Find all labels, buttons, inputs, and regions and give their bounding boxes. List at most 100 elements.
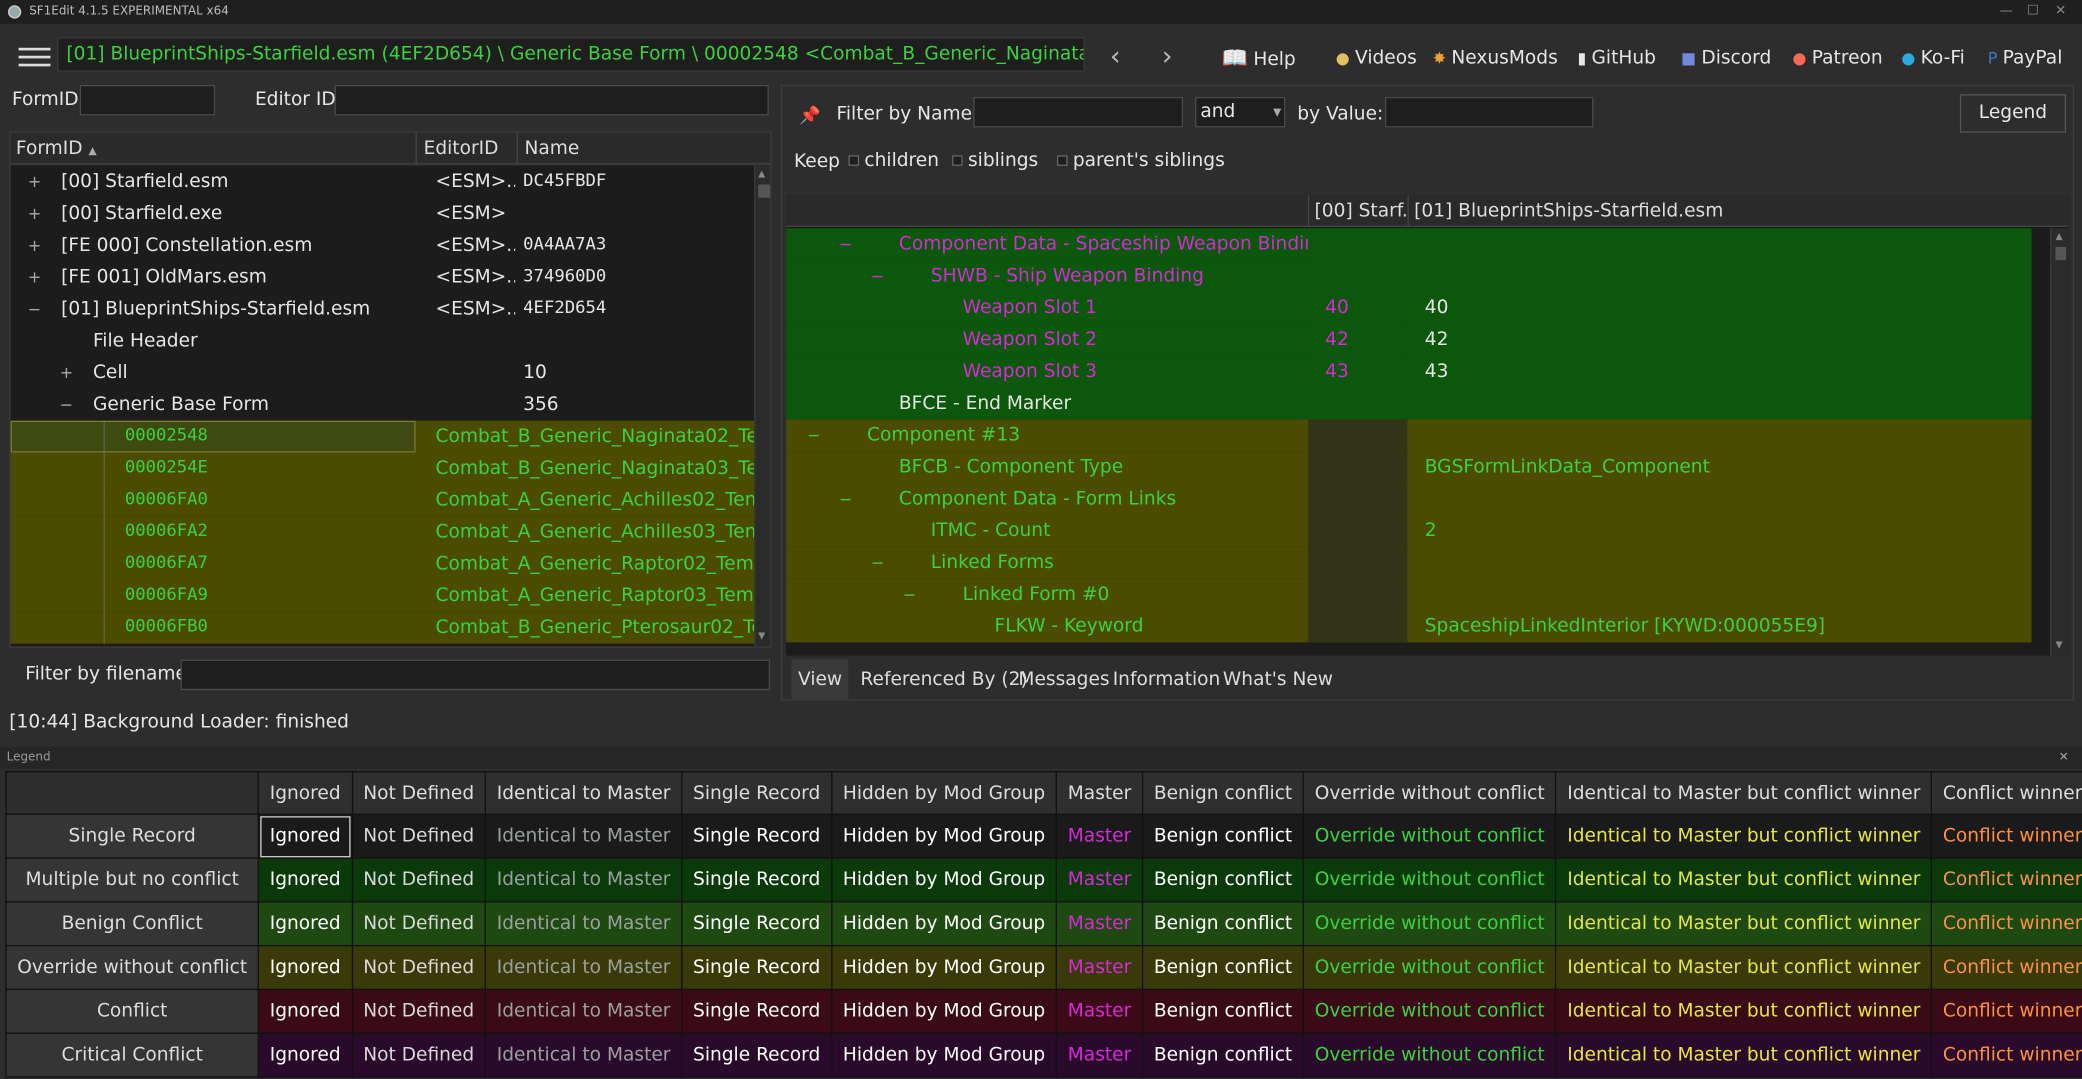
help-link[interactable]: 📖 Help: [1222, 44, 1296, 73]
record-field-row[interactable]: Weapon Slot 2 42 42: [786, 323, 2032, 356]
tree-row-editorid: [436, 325, 516, 357]
record-field-row[interactable]: BFCB - Component Type BGSFormLinkData_Co…: [786, 451, 2032, 484]
record-row[interactable]: 00006FB0 Combat_B_Generic_Pterosaur02_Te…: [10, 611, 754, 644]
expand-toggle-icon[interactable]: +: [28, 198, 41, 230]
record-field-row[interactable]: − Linked Forms: [786, 546, 2032, 579]
discord-link[interactable]: ■ Discord: [1681, 44, 1771, 73]
tree-row-formid: Generic Base Form: [92, 394, 269, 416]
tab-view[interactable]: View: [791, 659, 849, 700]
expand-toggle-icon[interactable]: −: [839, 228, 852, 260]
expand-toggle-icon[interactable]: −: [871, 547, 884, 579]
name-column-header[interactable]: Name: [516, 132, 579, 165]
minimize-button[interactable]: —: [1996, 3, 2017, 20]
patreon-link[interactable]: ● Patreon: [1793, 44, 1883, 73]
record-field-row[interactable]: ITMC - Count 2: [786, 514, 2032, 547]
nexus-icon: ✸: [1432, 49, 1447, 68]
scroll-up-icon[interactable]: ▲: [758, 169, 769, 180]
record-field-row[interactable]: − Component Data - Form Links: [786, 483, 2032, 515]
back-arrow-icon[interactable]: ‹: [1102, 40, 1129, 72]
expand-toggle-icon[interactable]: −: [60, 389, 73, 421]
by-value-input[interactable]: [1384, 96, 1594, 128]
expand-toggle-icon[interactable]: −: [903, 579, 916, 611]
videos-link[interactable]: ● Videos: [1336, 44, 1417, 73]
expand-toggle-icon[interactable]: +: [28, 166, 41, 198]
tab-referenced-by[interactable]: Referenced By (2): [854, 660, 1035, 700]
tree-row[interactable]: File Header: [10, 325, 755, 358]
record-row[interactable]: 00006FA0 Combat_A_Generic_Achilles02_Tem…: [10, 484, 754, 517]
status-message: [10:44] Background Loader: finished: [9, 711, 349, 733]
tree-row[interactable]: + [FE 001] OldMars.esm <ESM>... 374960D0: [10, 261, 755, 294]
tree-scrollbar[interactable]: ▲ ▼: [754, 165, 771, 647]
github-link[interactable]: ▮ GitHub: [1577, 44, 1656, 73]
record-field-row[interactable]: − Component Data - Spaceship Weapon Bind…: [786, 228, 2032, 261]
legend-button[interactable]: Legend: [1959, 94, 2067, 133]
record-field-row[interactable]: BFCE - End Marker: [786, 387, 2032, 420]
record-row[interactable]: 00006FA7 Combat_A_Generic_Raptor02_Temp.…: [10, 548, 754, 580]
filter-name-input[interactable]: [973, 96, 1184, 128]
expand-toggle-icon[interactable]: +: [28, 230, 41, 262]
grid-scroll-down-icon[interactable]: ▼: [2055, 640, 2062, 651]
tree-row[interactable]: − Generic Base Form 356: [10, 388, 755, 421]
tree-row[interactable]: + [FE 000] Constellation.esm <ESM>... 0A…: [10, 229, 755, 262]
kofi-link[interactable]: ● Ko-Fi: [1901, 44, 1964, 73]
keep-siblings-checkbox[interactable]: [952, 155, 963, 166]
legend-cell: Identical to Master but conflict winner: [1555, 944, 1933, 991]
record-row[interactable]: 0000254E Combat_B_Generic_Naginata03_Te.…: [10, 452, 754, 485]
formid-input[interactable]: [79, 84, 216, 116]
forward-arrow-icon[interactable]: ›: [1154, 40, 1181, 72]
record-field-row[interactable]: − Linked Form #0: [786, 578, 2032, 611]
keep-children-checkbox[interactable]: [848, 155, 860, 166]
expand-toggle-icon[interactable]: −: [871, 260, 884, 292]
tree-row[interactable]: + [00] Starfield.exe <ESM>: [10, 197, 755, 230]
expand-toggle-icon[interactable]: −: [807, 419, 820, 451]
field-plugin-value: 2: [1407, 514, 2032, 547]
field-master-value: [1307, 387, 1408, 420]
tree-row[interactable]: + Cell 10: [10, 357, 755, 389]
editorid-input[interactable]: [334, 84, 769, 116]
book-icon: 📖: [1221, 45, 1249, 71]
grid-scroll-thumb[interactable]: [2055, 246, 2067, 261]
grid-scroll-up-icon[interactable]: ▲: [2055, 231, 2062, 242]
formid-column-header[interactable]: FormID ▲: [16, 133, 97, 168]
paypal-link[interactable]: P PayPal: [1988, 44, 2063, 73]
grid-scrollbar[interactable]: ▲ ▼: [2050, 228, 2069, 656]
tab-information[interactable]: Information: [1106, 660, 1227, 700]
tree-row[interactable]: − [01] BlueprintShips-Starfield.esm <ESM…: [10, 293, 755, 326]
legend-cell: Benign conflict: [1141, 1032, 1305, 1078]
filter-filename-input[interactable]: [180, 659, 771, 691]
tab-messages[interactable]: Messages: [1012, 660, 1116, 700]
tree-body: + [00] Starfield.esm <ESM>... DC45FBDF +…: [10, 165, 755, 647]
expand-toggle-icon[interactable]: −: [839, 483, 852, 515]
record-field-row[interactable]: − Component #13: [786, 419, 2032, 452]
record-row[interactable]: 00006FA9 Combat_A_Generic_Raptor03_Temp.…: [10, 579, 754, 612]
scroll-thumb[interactable]: [758, 184, 771, 198]
plugin-column-header[interactable]: [01] BlueprintShips-Starfield.esm: [1407, 195, 2031, 227]
record-name: Combat_A_Generic_Achilles03_Tem...: [435, 521, 755, 543]
pin-icon[interactable]: 📌: [799, 106, 820, 126]
record-row[interactable]: 00002548 Combat_B_Generic_Naginata02_Te.…: [10, 420, 754, 453]
menu-icon[interactable]: [18, 47, 51, 69]
legend-cell: Single Record: [681, 1032, 833, 1078]
maximize-button[interactable]: ☐: [2022, 3, 2043, 20]
record-field-row[interactable]: Weapon Slot 3 43 43: [786, 355, 2032, 388]
expand-toggle-icon[interactable]: +: [60, 357, 73, 389]
nexusmods-link[interactable]: ✸ NexusMods: [1433, 44, 1558, 73]
record-field-row[interactable]: − SHWB - Ship Weapon Binding: [786, 260, 2032, 292]
expand-toggle-icon[interactable]: +: [28, 261, 41, 293]
master-column-header[interactable]: [00] Starf...: [1307, 195, 1407, 227]
legend-cell: Single Record: [681, 988, 833, 1034]
tab-whats-new[interactable]: What's New: [1216, 660, 1339, 700]
record-field-row[interactable]: Weapon Slot 1 40 40: [786, 291, 2032, 324]
close-icon[interactable]: ✕: [2059, 747, 2069, 768]
expand-toggle-icon[interactable]: −: [28, 293, 41, 325]
editorid-column-header[interactable]: EditorID: [415, 132, 498, 165]
scroll-down-icon[interactable]: ▼: [758, 630, 769, 641]
tree-row[interactable]: + [00] Starfield.esm <ESM>... DC45FBDF: [10, 165, 755, 198]
by-value-label: by Value:: [1297, 103, 1384, 125]
record-field-row[interactable]: FLKW - Keyword SpaceshipLinkedInterior […: [786, 610, 2032, 643]
record-row[interactable]: 00006FA2 Combat_A_Generic_Achilles03_Tem…: [10, 516, 755, 549]
close-window-button[interactable]: ✕: [2050, 3, 2071, 20]
and-select[interactable]: and ▼: [1195, 96, 1286, 128]
legend-cell: Identical to Master: [484, 944, 683, 991]
keep-parents-siblings-checkbox[interactable]: [1056, 155, 1068, 166]
